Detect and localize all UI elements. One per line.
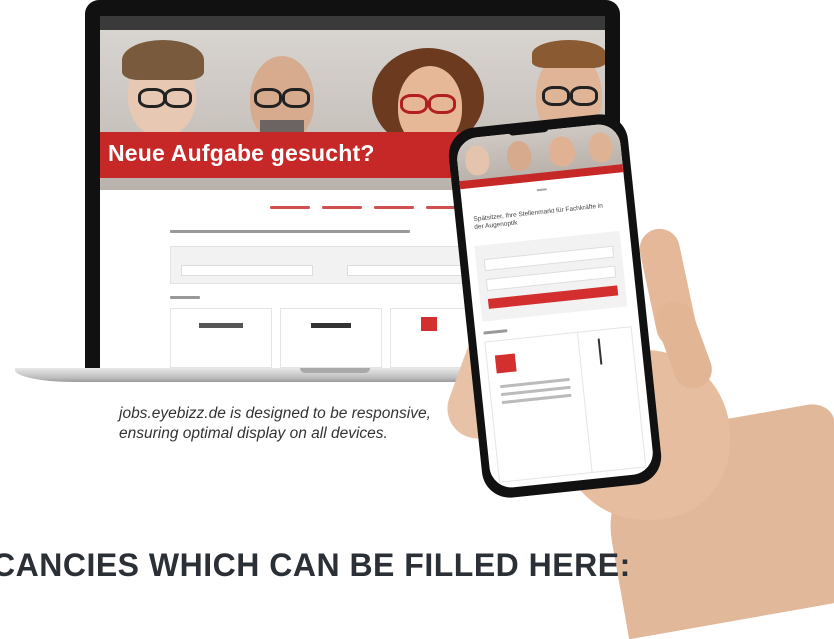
site-nav bbox=[270, 196, 478, 214]
nav-link-1[interactable] bbox=[270, 206, 310, 209]
phone-ia-logo bbox=[494, 353, 517, 374]
glasses-2 bbox=[254, 88, 282, 108]
nav-link-2[interactable] bbox=[322, 206, 362, 209]
phone-screen: Spätsitzer, Ihre Stellenmarkt für Fachkr… bbox=[455, 122, 655, 490]
logo-1 bbox=[199, 323, 243, 328]
glasses-3b bbox=[428, 94, 456, 114]
phone-dancer-logo bbox=[597, 337, 617, 365]
phone-face-1 bbox=[463, 144, 491, 177]
logo-card-1[interactable] bbox=[170, 308, 272, 368]
site-topbar bbox=[100, 16, 605, 30]
glasses-4 bbox=[542, 86, 570, 106]
glasses-1b bbox=[164, 88, 192, 108]
phone-page-title: Spätsitzer, Ihre Stellenmarkt für Fachkr… bbox=[473, 202, 604, 231]
glasses-4b bbox=[570, 86, 598, 106]
glasses-2b bbox=[282, 88, 310, 108]
caption-text: jobs.eyebizz.de is designed to be respon… bbox=[119, 405, 431, 442]
vacancies-heading: CANCIES WHICH CAN BE FILLED HERE: bbox=[0, 547, 631, 583]
laptop-notch bbox=[300, 368, 370, 373]
nav-link-3[interactable] bbox=[374, 206, 414, 209]
phone-menu-icon[interactable] bbox=[536, 188, 547, 192]
phone-search-panel bbox=[474, 230, 628, 322]
hair-1 bbox=[122, 40, 204, 80]
hair-4 bbox=[532, 40, 605, 68]
glasses-1 bbox=[138, 88, 166, 108]
logos-heading bbox=[170, 296, 200, 299]
phone-face-3 bbox=[547, 135, 577, 168]
phone-search-button[interactable] bbox=[487, 285, 619, 309]
ia-logo bbox=[421, 317, 437, 331]
phone-logos-heading bbox=[483, 329, 508, 335]
glasses-3 bbox=[400, 94, 428, 114]
logo-card-2[interactable] bbox=[280, 308, 382, 368]
phone-device: Spätsitzer, Ihre Stellenmarkt für Fachkr… bbox=[446, 111, 664, 501]
partner-logos bbox=[170, 296, 500, 368]
phone-face-2 bbox=[505, 139, 533, 173]
phone-logo-cards bbox=[484, 326, 647, 483]
phone-card-divider bbox=[576, 332, 593, 473]
content-heading-line bbox=[170, 230, 410, 233]
search-panel bbox=[170, 246, 502, 284]
phone-card-text-3 bbox=[501, 393, 572, 405]
logo-2 bbox=[311, 323, 351, 328]
search-location-field[interactable] bbox=[347, 265, 479, 276]
phone-face-4 bbox=[587, 131, 615, 164]
search-keyword-field[interactable] bbox=[181, 265, 313, 276]
hero-title: Neue Aufgabe gesucht? bbox=[108, 140, 375, 166]
